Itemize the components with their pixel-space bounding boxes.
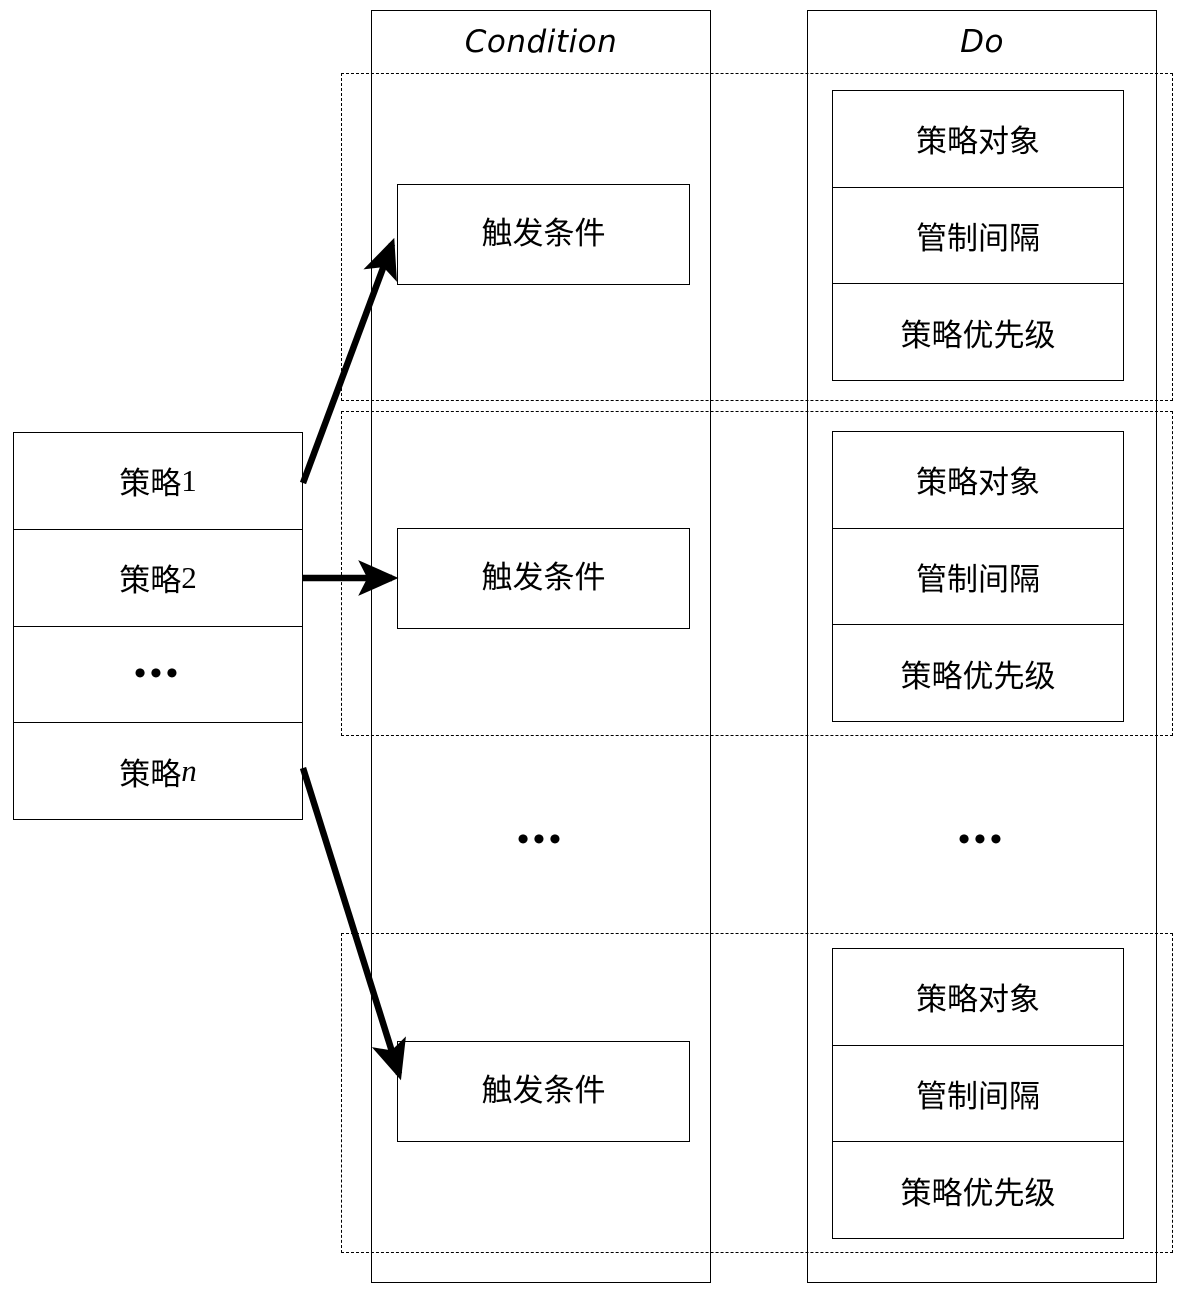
do-cell-control-interval[interactable]: 管制间隔 [833, 188, 1123, 285]
do-cell-label: 策略优先级 [900, 1175, 1056, 1211]
do-cell-label: 管制间隔 [916, 562, 1040, 597]
ellipsis-dots: ••• [134, 655, 182, 693]
do-cell-control-interval[interactable]: 管制间隔 [833, 529, 1123, 626]
policy-row-label-prefix: 策略 [119, 563, 182, 599]
do-actions-box-3: 策略对象 管制间隔 策略优先级 [832, 948, 1124, 1239]
do-cell-label: 策略优先级 [900, 658, 1056, 694]
do-cell-policy-priority[interactable]: 策略优先级 [833, 284, 1123, 380]
do-cell-label: 策略优先级 [900, 317, 1056, 353]
ellipsis-dots: ••• [958, 821, 1006, 858]
do-actions-box-2: 策略对象 管制间隔 策略优先级 [832, 431, 1124, 722]
policy-row[interactable]: 策略 1 [14, 433, 302, 530]
do-column-ellipsis: ••• [807, 815, 1157, 865]
do-cell-label: 策略对象 [916, 982, 1040, 1018]
policy-list-table: 策略 1 策略 2 ••• 策略 n [13, 432, 303, 820]
do-cell-policy-object[interactable]: 策略对象 [833, 949, 1123, 1046]
do-cell-policy-priority[interactable]: 策略优先级 [833, 1142, 1123, 1238]
trigger-condition-label: 触发条件 [481, 216, 606, 252]
trigger-condition-box-2[interactable]: 触发条件 [397, 528, 690, 629]
diagram-canvas: 策略 1 策略 2 ••• 策略 n Condition Do 触发条件 策略对象 管… [0, 0, 1191, 1297]
policy-row-label-index: n [181, 753, 197, 789]
do-cell-control-interval[interactable]: 管制间隔 [833, 1046, 1123, 1143]
do-actions-box-1: 策略对象 管制间隔 策略优先级 [832, 90, 1124, 381]
do-cell-policy-object[interactable]: 策略对象 [833, 432, 1123, 529]
policy-row[interactable]: 策略 n [14, 723, 302, 819]
policy-row[interactable]: 策略 2 [14, 530, 302, 627]
policy-row-label-index: 1 [181, 462, 197, 498]
trigger-condition-label: 触发条件 [481, 560, 606, 596]
do-cell-label: 策略对象 [916, 124, 1040, 160]
ellipsis-dots: ••• [517, 821, 565, 858]
do-cell-label: 策略对象 [916, 465, 1040, 501]
do-cell-policy-priority[interactable]: 策略优先级 [833, 625, 1123, 721]
do-cell-label: 管制间隔 [916, 1079, 1040, 1114]
policy-row-label-index: 2 [181, 559, 197, 595]
trigger-condition-label: 触发条件 [481, 1073, 606, 1109]
condition-column-ellipsis: ••• [371, 815, 711, 865]
do-cell-label: 管制间隔 [916, 221, 1040, 256]
policy-row-ellipsis: ••• [14, 627, 302, 724]
do-cell-policy-object[interactable]: 策略对象 [833, 91, 1123, 188]
trigger-condition-box-3[interactable]: 触发条件 [397, 1041, 690, 1142]
trigger-condition-box-1[interactable]: 触发条件 [397, 184, 690, 285]
policy-row-label-prefix: 策略 [119, 466, 182, 502]
policy-row-label-prefix: 策略 [119, 756, 182, 792]
do-column-header: Do [960, 24, 1004, 60]
condition-column-header: Condition [464, 24, 618, 60]
